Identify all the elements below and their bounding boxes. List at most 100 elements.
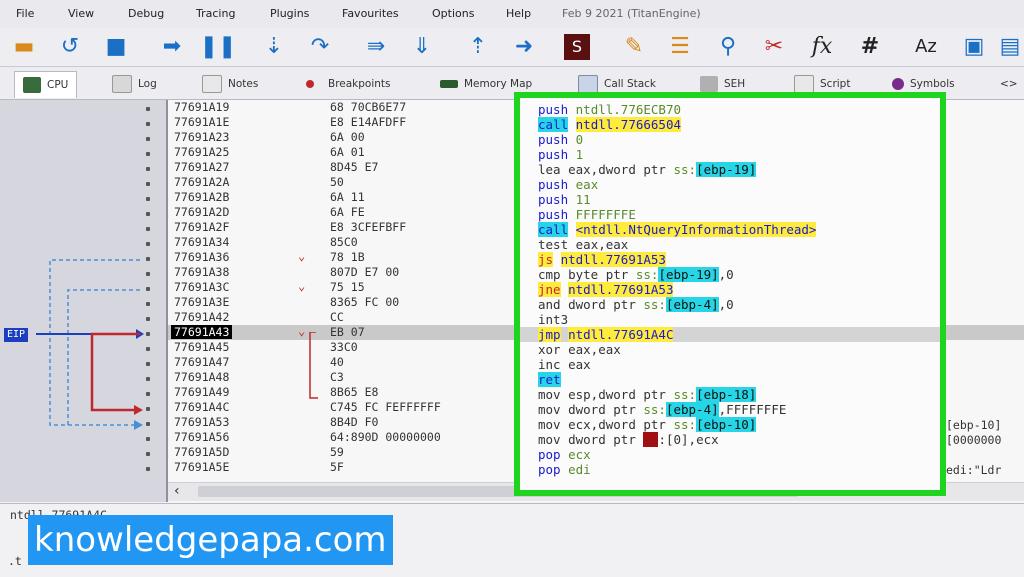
address: 77691A48	[174, 370, 230, 384]
restart-icon[interactable]: ↺	[54, 31, 86, 63]
tab-label: Call Stack	[604, 78, 657, 90]
instruction[interactable]: inc eax	[538, 357, 591, 372]
sidebar-icon[interactable]: ▤	[994, 31, 1024, 63]
eip-label: EIP	[4, 328, 29, 342]
instruction[interactable]: int3	[538, 312, 568, 327]
menu-bar: File View Debug Tracing Plugins Favourit…	[0, 0, 1024, 29]
open-icon[interactable]: ▬	[8, 31, 40, 63]
tab-breakpoints[interactable]: Breakpoints	[306, 71, 391, 97]
tab-label: Log	[138, 78, 157, 90]
menu-view[interactable]: View	[68, 7, 94, 20]
labels-icon[interactable]: ⚲	[712, 31, 744, 63]
tab-label: Breakpoints	[328, 78, 391, 90]
address: 77691A45	[174, 340, 230, 354]
address: 77691A4C	[174, 400, 230, 414]
tab-label: SEH	[724, 78, 746, 90]
tab-cpu[interactable]: CPU	[14, 71, 78, 98]
run-icon[interactable]: ➡	[156, 31, 188, 63]
instruction[interactable]: pop edi	[538, 462, 591, 477]
bytes: 6A FE	[330, 205, 365, 219]
step-over-icon[interactable]: ↷	[304, 31, 336, 63]
jump-line-js	[49, 259, 140, 426]
instruction[interactable]: push 11	[538, 192, 591, 207]
instruction[interactable]: mov dword ptr ss:[ebp-4],FFFFFFFE	[538, 402, 786, 417]
menu-help[interactable]: Help	[506, 7, 531, 20]
instruction[interactable]: call ntdll.77666504	[538, 117, 681, 132]
tab-notes[interactable]: Notes	[202, 71, 258, 97]
instruction[interactable]: ret	[538, 372, 561, 387]
bytes: 78 1B	[330, 250, 365, 264]
patch-icon[interactable]: ✎	[618, 31, 650, 63]
instruction[interactable]: mov esp,dword ptr ss:[ebp-18]	[538, 387, 757, 402]
trace-over-icon[interactable]: ⇓	[406, 31, 438, 63]
step-into-icon[interactable]: ⇣	[258, 31, 290, 63]
address: 77691A2A	[174, 175, 230, 189]
address: 77691A34	[174, 235, 230, 249]
bytes: 64:890D 00000000	[330, 430, 441, 444]
bytes: 50	[330, 175, 344, 189]
font-icon[interactable]: Az	[910, 31, 942, 63]
address: 77691A56	[174, 430, 230, 444]
scylla-icon[interactable]: S	[564, 34, 590, 60]
symbols-icon	[892, 78, 904, 90]
instruction[interactable]: call <ntdll.NtQueryInformationThread>	[538, 222, 817, 237]
address: 77691A49	[174, 385, 230, 399]
function-icon[interactable]: fx	[806, 31, 838, 63]
menu-debug[interactable]: Debug	[128, 7, 164, 20]
menu-plugins[interactable]: Plugins	[270, 7, 309, 20]
comment: edi:"Ldr	[946, 463, 1002, 477]
instruction[interactable]: cmp byte ptr ss:[ebp-19],0	[538, 267, 734, 282]
pause-icon[interactable]: ❚❚	[200, 31, 237, 63]
chevron-down-icon: ⌄	[298, 324, 306, 338]
instruction[interactable]: pop ecx	[538, 447, 591, 462]
jump-bracket	[309, 332, 318, 399]
address: 77691A2B	[174, 190, 230, 204]
current-instruction[interactable]: jmp ntdll.77691A4C	[520, 327, 940, 342]
address: 77691A2F	[174, 220, 230, 234]
tab-scroll-arrows[interactable]: <>	[1000, 71, 1018, 97]
active-jump-arrowhead	[134, 405, 143, 415]
instruction[interactable]: push ntdll.776ECB70	[538, 102, 681, 117]
comments-icon[interactable]: ☰	[664, 31, 696, 63]
instruction[interactable]: jne ntdll.77691A53	[538, 282, 674, 297]
menu-file[interactable]: File	[16, 7, 34, 20]
address: 77691A43	[171, 325, 233, 339]
bytes: 59	[330, 445, 344, 459]
instruction[interactable]: push 1	[538, 147, 583, 162]
chevron-down-icon: ⌄	[298, 249, 306, 263]
menu-options[interactable]: Options	[432, 7, 474, 20]
tab-log[interactable]: Log	[112, 71, 157, 97]
instruction[interactable]: push FFFFFFFE	[538, 207, 636, 222]
stop-icon[interactable]: ■	[100, 31, 132, 63]
tab-label: CPU	[47, 79, 69, 91]
menu-tracing[interactable]: Tracing	[196, 7, 235, 20]
instruction[interactable]: mov ecx,dword ptr ss:[ebp-10]	[538, 417, 757, 432]
execute-till-return-icon[interactable]: ⇡	[462, 31, 494, 63]
tab-label: Notes	[228, 78, 259, 90]
instruction[interactable]: xor eax,eax	[538, 342, 621, 357]
instruction[interactable]: and dword ptr ss:[ebp-4],0	[538, 297, 734, 312]
scroll-left-icon[interactable]: ‹	[174, 483, 180, 499]
address: 77691A47	[174, 355, 230, 369]
info-text: .t	[8, 554, 22, 568]
address: 77691A3E	[174, 295, 230, 309]
instruction[interactable]: js ntdll.77691A53	[538, 252, 666, 267]
trace-into-icon[interactable]: ⇛	[360, 31, 392, 63]
address: 77691A3C	[174, 280, 230, 294]
instruction[interactable]: push 0	[538, 132, 583, 147]
highlighted-disassembly: push ntdll.776ECB70 call ntdll.77666504 …	[514, 92, 946, 496]
menu-favourites[interactable]: Favourites	[342, 7, 399, 20]
run-to-user-code-icon[interactable]: ➜	[508, 31, 540, 63]
address: 77691A38	[174, 265, 230, 279]
bytes: 68 70CB6E77	[330, 100, 407, 114]
comment: [0000000	[946, 433, 1002, 447]
instruction[interactable]: push eax	[538, 177, 598, 192]
calculator-icon[interactable]: ▣	[958, 31, 990, 63]
bytes: E8 3CFEFBFF	[330, 220, 407, 234]
breakpoint-icon	[306, 80, 314, 88]
bookmarks-icon[interactable]: ✂	[758, 31, 790, 63]
instruction[interactable]: mov dword ptr fs:[0],ecx	[538, 432, 719, 447]
hash-icon[interactable]: #	[854, 31, 886, 63]
instruction[interactable]: test eax,eax	[538, 237, 628, 252]
instruction[interactable]: lea eax,dword ptr ss:[ebp-19]	[538, 162, 757, 177]
